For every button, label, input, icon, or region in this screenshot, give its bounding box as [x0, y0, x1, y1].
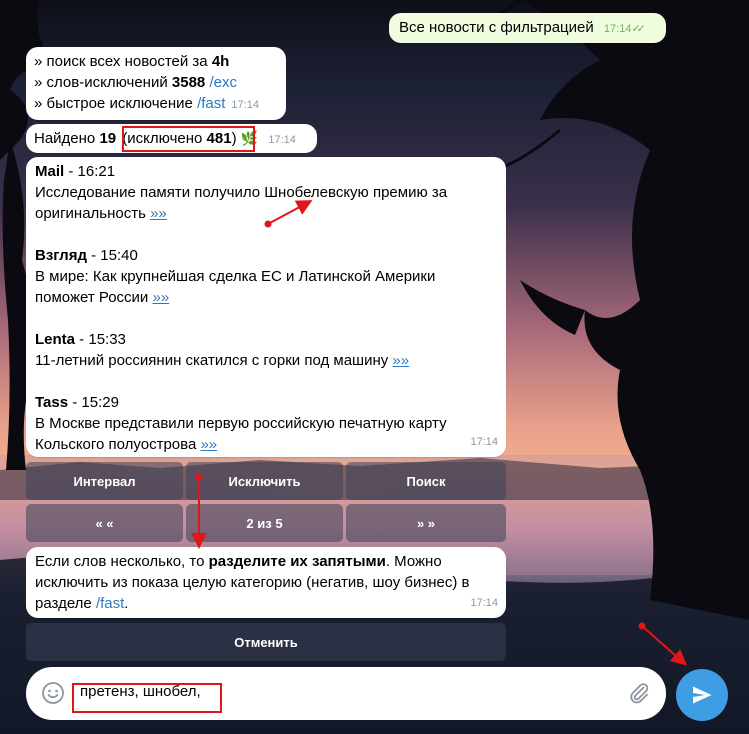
hint-text-end: . — [124, 595, 129, 612]
news-time: - 15:29 — [68, 394, 119, 411]
news-source: Tass — [35, 394, 69, 411]
news-time: - 15:33 — [75, 331, 126, 348]
hint-emphasis: разделите их запятыми — [208, 553, 386, 570]
interval-button[interactable]: Интервал — [26, 462, 183, 500]
news-message-time: 17:14 — [470, 436, 498, 448]
prev-page-button[interactable]: « « — [26, 504, 183, 542]
news-message: Mail - 16:21 Исследование памяти получил… — [26, 157, 506, 457]
hint-text-start: Если слов несколько, то — [35, 553, 209, 570]
info-exclusions-count: 3588 — [171, 74, 206, 91]
inline-keyboard-row-1: Интервал Исключить Поиск — [26, 462, 506, 500]
hint-message: Если слов несколько, то разделите их зап… — [26, 547, 506, 618]
next-page-button[interactable]: » » — [346, 504, 506, 542]
search-button[interactable]: Поиск — [346, 462, 506, 500]
outgoing-time-value: 17:14 — [603, 23, 632, 35]
double-check-icon: ✓✓ — [631, 23, 646, 35]
news-more-link[interactable]: »» — [392, 352, 409, 369]
info-line-period: » поиск всех новостей за 4h — [34, 51, 278, 72]
message-composer: претенз, шнобел, — [26, 667, 666, 720]
found-message-time: 17:14 — [268, 134, 296, 146]
info-line-fast: » быстрое исключение /fast 17:14 — [34, 93, 278, 116]
hint-fast-link[interactable]: /fast — [96, 595, 124, 612]
info-line-exclusions: » слов-исключений 3588 /exc — [34, 72, 278, 93]
paperclip-icon[interactable] — [627, 681, 651, 705]
smile-icon[interactable] — [41, 681, 65, 705]
news-source: Взгляд — [35, 247, 87, 264]
info-exclusions-label: » слов-исключений — [34, 74, 172, 91]
news-headline: В Москве представили первую российскую п… — [35, 415, 447, 453]
news-source: Lenta — [35, 331, 76, 348]
cancel-button[interactable]: Отменить — [26, 623, 506, 661]
found-message: Найдено 19 (исключено 481) 🌿 17:14 — [26, 124, 317, 153]
news-headline: В мире: Как крупнейшая сделка ЕС и Латин… — [35, 268, 436, 306]
page-indicator-button[interactable]: 2 из 5 — [186, 504, 343, 542]
excluded-label: (исключено — [122, 130, 207, 147]
outgoing-message-text: Все новости с фильтрацией — [399, 19, 594, 36]
news-more-link[interactable]: »» — [200, 436, 217, 453]
outgoing-message-time: 17:14✓✓ — [603, 23, 646, 35]
hint-message-time: 17:14 — [470, 597, 498, 609]
excluded-count: 481 — [206, 130, 232, 147]
message-input[interactable]: претенз, шнобел, — [80, 683, 201, 700]
news-item: Tass - 15:29 В Москве представили первую… — [35, 392, 497, 455]
news-headline: Исследование памяти получило Шнобелевску… — [35, 184, 448, 222]
news-more-link[interactable]: »» — [152, 289, 169, 306]
info-period-value: 4h — [211, 53, 230, 70]
found-count: 19 — [99, 130, 117, 147]
news-time: - 16:21 — [64, 163, 116, 180]
excluded-close: ) — [231, 130, 237, 147]
exclude-button[interactable]: Исключить — [186, 462, 343, 500]
news-more-link[interactable]: »» — [150, 205, 167, 222]
arrow-to-send — [638, 622, 688, 666]
fast-command-link[interactable]: /fast — [197, 95, 225, 112]
info-message-time: 17:14 — [231, 99, 259, 111]
info-message: » поиск всех новостей за 4h » слов-исклю… — [26, 47, 286, 120]
news-headline: 11-летний россиянин скатился с горки под… — [35, 352, 393, 369]
news-item: Взгляд - 15:40 В мире: Как крупнейшая сд… — [35, 245, 497, 308]
found-label: Найдено — [34, 130, 100, 147]
exc-command-link[interactable]: /exc — [209, 74, 237, 91]
news-item: Mail - 16:21 Исследование памяти получил… — [35, 161, 497, 224]
outgoing-message[interactable]: Все новости с фильтрацией 17:14✓✓ — [389, 13, 666, 43]
news-item: Lenta - 15:33 11-летний россиянин скатил… — [35, 329, 497, 371]
news-source: Mail — [35, 163, 65, 180]
info-period-label: » поиск всех новостей за — [34, 53, 212, 70]
excluded-note: (исключено 481) — [122, 130, 236, 147]
send-icon — [693, 686, 712, 704]
news-time: - 15:40 — [86, 247, 138, 264]
inline-keyboard-row-2: « « 2 из 5 » » — [26, 504, 506, 542]
info-fast-label: » быстрое исключение — [34, 95, 198, 112]
send-button[interactable] — [676, 669, 728, 721]
leaf-icon: 🌿 — [240, 130, 259, 146]
